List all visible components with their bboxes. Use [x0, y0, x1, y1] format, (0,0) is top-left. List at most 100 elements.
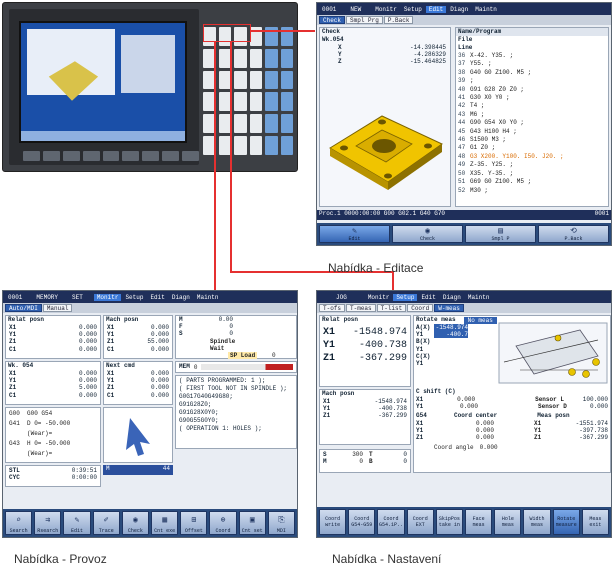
- softkey-button[interactable]: Meas exit: [581, 509, 610, 535]
- softkey-button[interactable]: ⌕ Search: [5, 511, 33, 535]
- softkey-button[interactable]: Rotate measure: [552, 509, 580, 535]
- status-bar-item[interactable]: NEW: [347, 6, 364, 13]
- program-text-line: ( FIRST TOOL NOT IN SPINDLE );: [179, 385, 288, 392]
- softkey-label: Cnt exe: [154, 528, 176, 534]
- softkey-button[interactable]: ⟲ P.Back: [538, 225, 609, 243]
- tab-w-meas[interactable]: W-meas: [434, 304, 464, 312]
- softkey-button[interactable]: ▤ Smpl P: [465, 225, 536, 243]
- softkey-button[interactable]: ⊕ Coord: [209, 511, 237, 535]
- softkey-button[interactable]: ◉ Check: [121, 511, 150, 535]
- softkey-button[interactable]: ✎ Edit: [319, 225, 390, 243]
- status-bar-item[interactable]: MEMORY: [33, 294, 61, 301]
- status-bar-item[interactable]: Maintn: [465, 294, 493, 301]
- softkey-button[interactable]: Width meas: [523, 509, 551, 535]
- status-bar-item[interactable]: JOG: [333, 294, 350, 301]
- program-line[interactable]: 48 G3 X200. Y100. I50. J20. ;: [458, 153, 608, 161]
- tab-t-meas[interactable]: T-meas: [346, 304, 376, 312]
- program-line[interactable]: 45 G43 H100 H4 ;: [458, 128, 608, 136]
- status-bar-item[interactable]: Maintn: [472, 6, 500, 13]
- program-listing[interactable]: 36 X-42. Y35. ; 37 Y55. ; 38 G40 G0 Z100. M5 …: [456, 52, 608, 195]
- tab-t-ofs[interactable]: T-ofs: [319, 304, 346, 312]
- softkey-button[interactable]: ▣ Cnt set: [238, 511, 266, 535]
- softkey-button[interactable]: SkipPos take in: [435, 509, 464, 535]
- line-text: S1500 M3 ;: [470, 136, 507, 144]
- softkey-button[interactable]: Coord G54.1P..: [377, 509, 405, 535]
- program-line[interactable]: 51 G69 G0 Z100. M5 ;: [458, 178, 608, 186]
- line-text: Y55. ;: [470, 60, 492, 68]
- status-bar-item[interactable]: Diagn: [169, 294, 193, 301]
- softkey-button[interactable]: ▦ Cnt exe: [151, 511, 179, 535]
- tab-t-list[interactable]: T-list: [376, 304, 407, 312]
- program-line[interactable]: 47 G1 Z0 ;: [458, 144, 608, 152]
- axis-label: Z: [338, 58, 342, 66]
- softkey-button[interactable]: ⎘ MDI: [267, 511, 296, 535]
- wk-row: Y1 0.000: [9, 377, 97, 384]
- program-line[interactable]: 44 G90 G54 X0 Y0 ;: [458, 119, 608, 127]
- status-bar-item[interactable]: Monitr: [365, 294, 393, 301]
- status-bar-item[interactable]: Monitr: [372, 6, 400, 13]
- program-line[interactable]: 49 Z-35. Y25. ;: [458, 161, 608, 169]
- program-line[interactable]: 43 M6 ;: [458, 111, 608, 119]
- softkey-button[interactable]: Hole meas: [494, 509, 522, 535]
- relat-posn-title: Relat posn: [8, 316, 45, 323]
- softkey-button[interactable]: ◉ Check: [392, 225, 463, 243]
- status-bar-item[interactable]: Maintn: [194, 294, 222, 301]
- status-bar-item[interactable]: Setup: [393, 293, 418, 301]
- softkey-button[interactable]: Coord G54-G59: [348, 509, 376, 535]
- program-line[interactable]: 39;: [458, 77, 608, 85]
- mach-posn-values: X1 0.000 Y1 0.000 Z1 55.000 C1 0.000: [104, 324, 172, 353]
- softkey-button[interactable]: ⇉ Rsearch: [34, 511, 62, 535]
- softkey-button[interactable]: ⊞ Offset: [180, 511, 208, 535]
- softkey-button[interactable]: Face meas: [465, 509, 493, 535]
- program-line[interactable]: 37 Y55. ;: [458, 60, 608, 68]
- line-row: Line: [456, 44, 608, 52]
- tab-auto-mdi[interactable]: Auto/MDI: [5, 304, 42, 312]
- axis-value: 0.000: [78, 331, 97, 339]
- status-bar-item[interactable]: Setup: [122, 294, 146, 301]
- proc-status-text: Proc.1 0000:00:00 G00 G02.1 G40 G70: [319, 210, 446, 217]
- axis-value: -400.738: [358, 340, 407, 351]
- tab-coord[interactable]: Coord: [407, 304, 434, 312]
- tab-manual[interactable]: Manual: [42, 304, 73, 312]
- program-line[interactable]: 42 T4 ;: [458, 102, 608, 110]
- status-bar-item[interactable]: Diagn: [440, 294, 464, 301]
- status-bar-item[interactable]: Setup: [401, 6, 425, 13]
- softkey-button[interactable]: ✎ Edit: [63, 511, 91, 535]
- status-bar-item[interactable]: Edit: [147, 294, 167, 301]
- feed-label: S: [179, 330, 183, 338]
- axis-label: X1: [107, 324, 115, 331]
- tool-arrow-icon: [126, 418, 150, 456]
- program-line[interactable]: 38 G40 G0 Z100. M5 ;: [458, 69, 608, 77]
- program-line[interactable]: 46 S1500 M3 ;: [458, 136, 608, 144]
- cnc-controller-photo: [2, 2, 298, 172]
- status-bar-item[interactable]: Monitr: [93, 293, 122, 301]
- axis-value: 0.000: [150, 331, 169, 339]
- program-line[interactable]: 50 X35. Y-35. ;: [458, 170, 608, 178]
- status-bar-item[interactable]: Edit: [425, 5, 447, 13]
- softkey-label: Meas exit: [589, 516, 602, 528]
- tab-p-back[interactable]: P.Back: [383, 16, 414, 24]
- status-bar-item[interactable]: 0001: [5, 294, 25, 301]
- setup-mach-values: X1 -1548.974 Y1 -400.738 Z1 -367.299: [320, 398, 410, 420]
- edit-status-bar: 0001 NEW Monitr Setup Edit Diagn Maintn: [317, 3, 611, 15]
- status-bar-item[interactable]: Edit: [418, 294, 438, 301]
- line-text: M6 ;: [470, 110, 485, 118]
- program-line[interactable]: 36 X-42. Y35. ;: [458, 52, 608, 60]
- s-row: S 300 T 0: [323, 451, 407, 458]
- program-line[interactable]: 41 G30 X0 Y0 ;: [458, 94, 608, 102]
- program-line[interactable]: 52 M30 ;: [458, 187, 608, 195]
- tab-smpl-prg[interactable]: Smpl Prg: [346, 16, 383, 24]
- status-bar-item[interactable]: 0001: [319, 6, 339, 13]
- tab-check[interactable]: Check: [319, 16, 346, 24]
- operation-status-bar: 0001 MEMORY SET Monitr Setup Edit Diagn Maintn: [3, 291, 297, 303]
- wk-row: X1 0.000: [9, 370, 97, 377]
- status-bar-item[interactable]: Diagn: [447, 6, 471, 13]
- status-bar-item[interactable]: SET: [69, 294, 86, 301]
- m-value: 0: [359, 458, 363, 466]
- program-line[interactable]: 40 G91 G28 Z0 Z0 ;: [458, 86, 608, 94]
- axis-label: Y1: [416, 403, 424, 411]
- softkey-button[interactable]: Coord EXT: [406, 509, 434, 535]
- softkey-button[interactable]: ✐ Trace: [92, 511, 120, 535]
- softkey-button[interactable]: Coord write: [319, 509, 347, 535]
- sensor-value: 100.000: [582, 396, 608, 403]
